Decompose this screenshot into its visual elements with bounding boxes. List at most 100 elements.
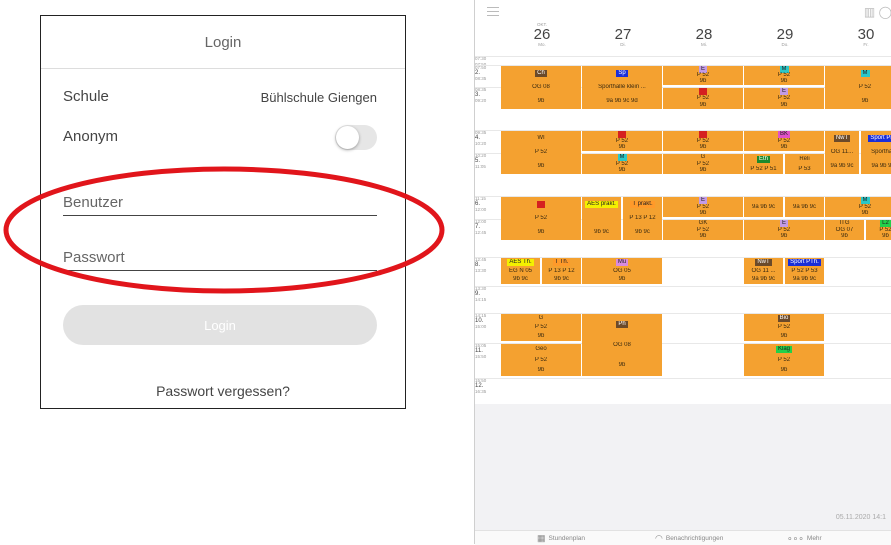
lesson-block[interactable]: MP 52 9b <box>825 196 891 217</box>
period-end: 16:35 <box>475 389 487 394</box>
subject-tag: M <box>860 69 870 77</box>
tab-label: Mehr <box>806 535 822 543</box>
password-input[interactable] <box>63 244 377 271</box>
lesson-class: 9b <box>780 102 788 108</box>
lesson-block[interactable]: P 52 9b <box>582 130 662 151</box>
subject-tag: T prakt. <box>630 200 655 208</box>
lesson-class: 9b 9c <box>635 229 650 236</box>
subject-tag: Mu <box>615 258 629 266</box>
lesson-class: 9b <box>537 98 545 105</box>
lesson-block[interactable]: NwT OG 11 ... 9a 9b 9c <box>744 258 783 284</box>
lesson-subject: NwT <box>744 258 783 266</box>
lesson-block[interactable]: Sport Pra Sporthall 9a 9b 9c <box>861 131 891 174</box>
school-label: Schule <box>63 88 109 105</box>
lesson-class: 9a 9b 9c <box>792 203 817 210</box>
lesson-block[interactable]: Mu OG 05 9b <box>582 258 662 284</box>
day-number: 27 <box>614 26 632 43</box>
tab-benachrichtigungen[interactable]: ◠ Benachrichtigungen <box>655 533 723 544</box>
lesson-block[interactable]: 9a 9b 9c <box>785 197 824 217</box>
lesson-block[interactable]: Reli P 53 <box>785 154 824 174</box>
tab-mehr[interactable]: ∘∘∘ Mehr <box>787 533 822 544</box>
lesson-block[interactable]: BK P 52 9b <box>744 130 824 151</box>
row-line <box>475 56 891 57</box>
calendar-grid-icon[interactable]: ▥ <box>864 5 875 19</box>
lesson-block[interactable]: Ph OG 08 9b <box>582 314 662 376</box>
anonym-toggle[interactable] <box>335 125 377 150</box>
chat-icon[interactable]: ◯ <box>879 5 891 19</box>
lesson-block[interactable]: WI P 52 9b <box>501 131 581 174</box>
period-label: 10:20 5. 11:05 <box>475 153 501 175</box>
lesson-block[interactable]: ITG OG 07 9b <box>825 220 864 240</box>
lesson-block[interactable]: T Th. P 13 P 12 9b 9c <box>542 258 581 284</box>
period-label: 08:35 3. 09:20 <box>475 87 501 110</box>
lesson-room: P 52 <box>696 95 710 101</box>
lesson-block[interactable]: EP 52 9b <box>744 88 824 109</box>
subject-tag: Eth <box>756 155 770 163</box>
lesson-block[interactable]: MP 52 9b <box>825 66 891 109</box>
subject-tag: E <box>779 88 788 95</box>
lesson-subject: T Th. <box>542 258 581 266</box>
lesson-class: 9a 9b 9c <box>751 203 776 210</box>
lesson-subject <box>663 88 743 95</box>
lesson-block[interactable]: AES prakt. 9b 9c <box>582 197 621 240</box>
day-name: Di. <box>620 42 626 47</box>
lesson-block[interactable]: NwT OG 11... 9a 9b 9c <box>825 131 859 174</box>
lesson-room: P 52 <box>534 149 548 155</box>
lesson-block[interactable]: EP 52 9b <box>663 65 743 85</box>
day-number: 29 <box>776 26 794 43</box>
lesson-class: 9b <box>537 229 545 236</box>
lesson-block[interactable]: GP 52 9b <box>501 314 581 341</box>
period-label: 11:15 6. 12:00 <box>475 196 501 218</box>
lesson-block[interactable]: Sport PTh. P 52 P 53 9a 9b 9c <box>785 258 824 284</box>
divider <box>41 68 405 69</box>
lesson-block[interactable]: P 52 9b <box>663 88 743 109</box>
lesson-subject: Eth <box>744 155 783 163</box>
lesson-block[interactable]: L2 P 52 9b <box>866 219 891 240</box>
lesson-room: OG 11... <box>830 149 854 155</box>
lesson-block[interactable]: 9a 9b 9c <box>744 197 783 217</box>
lesson-block[interactable]: MP 52 9b <box>744 65 824 85</box>
lesson-block[interactable]: GP 52 9b <box>663 154 743 174</box>
lesson-block[interactable]: Klag P 52 9b <box>744 344 824 376</box>
lesson-block[interactable]: T prakt. P 13 P 12 9b 9c <box>623 197 662 240</box>
login-title: Login <box>204 34 242 51</box>
day-header-29: 29 Do. <box>744 22 826 47</box>
lesson-block[interactable]: Bio P 52 9b <box>744 314 824 341</box>
period-end: 15:50 <box>475 354 487 359</box>
lesson-room: P 53 <box>798 165 811 172</box>
lesson-block[interactable]: P 52 9b <box>501 197 581 240</box>
lesson-block[interactable]: P 52 9b <box>663 130 743 151</box>
lesson-class: 9b 9c <box>513 276 528 283</box>
forgot-password-link[interactable]: Passwort vergessen? <box>41 383 405 399</box>
username-input[interactable] <box>63 189 377 216</box>
lesson-block[interactable]: EP 52 9b <box>744 219 824 240</box>
period-label: 12:45 8. 13:30 <box>475 257 501 285</box>
lesson-class: 9b <box>780 333 788 339</box>
subject-tag <box>699 88 707 95</box>
more-dots-icon: ∘∘∘ <box>787 533 804 543</box>
login-button[interactable]: Login <box>63 305 377 345</box>
period-label: 14:15 10. 15:00 <box>475 313 501 342</box>
period-label: 15:05 11. 15:50 <box>475 343 501 377</box>
lesson-block[interactable]: Sp Sporthalle klein ... 9a 9b 9c 9d <box>582 66 662 109</box>
lesson-block[interactable]: Eth P 52 P 51 <box>744 154 783 174</box>
lesson-room: P 52 <box>777 324 791 330</box>
menu-icon[interactable] <box>487 7 499 19</box>
lesson-room: OG 11 ... <box>751 267 776 274</box>
lesson-block[interactable]: Geo P 52 9b <box>501 344 581 376</box>
lesson-block[interactable]: MP 52 9b <box>582 153 662 174</box>
tab-stundenplan[interactable]: ▦ Stundenplan <box>537 533 585 544</box>
lesson-block[interactable]: GK P 52 9b <box>663 220 743 240</box>
school-value[interactable]: Bühlschule Giengen <box>261 90 377 105</box>
row-line <box>475 378 891 379</box>
lesson-subject: Mu <box>582 258 662 266</box>
lesson-block[interactable]: EP 52 9b <box>663 196 743 217</box>
period-label: 13:30 9. 14:15 <box>475 286 501 313</box>
lesson-block[interactable]: AES Th. EG N 05 9b 9c <box>501 258 540 284</box>
period-label: 09:35 4. 10:20 <box>475 130 501 152</box>
lesson-class: 9b <box>882 233 889 240</box>
lesson-block[interactable]: Ch OG 08 9b <box>501 66 581 109</box>
period-end: 09:20 <box>475 98 487 103</box>
subject-tag: NwT <box>833 134 851 142</box>
period-label: 07:30 07:50 <box>475 56 501 67</box>
